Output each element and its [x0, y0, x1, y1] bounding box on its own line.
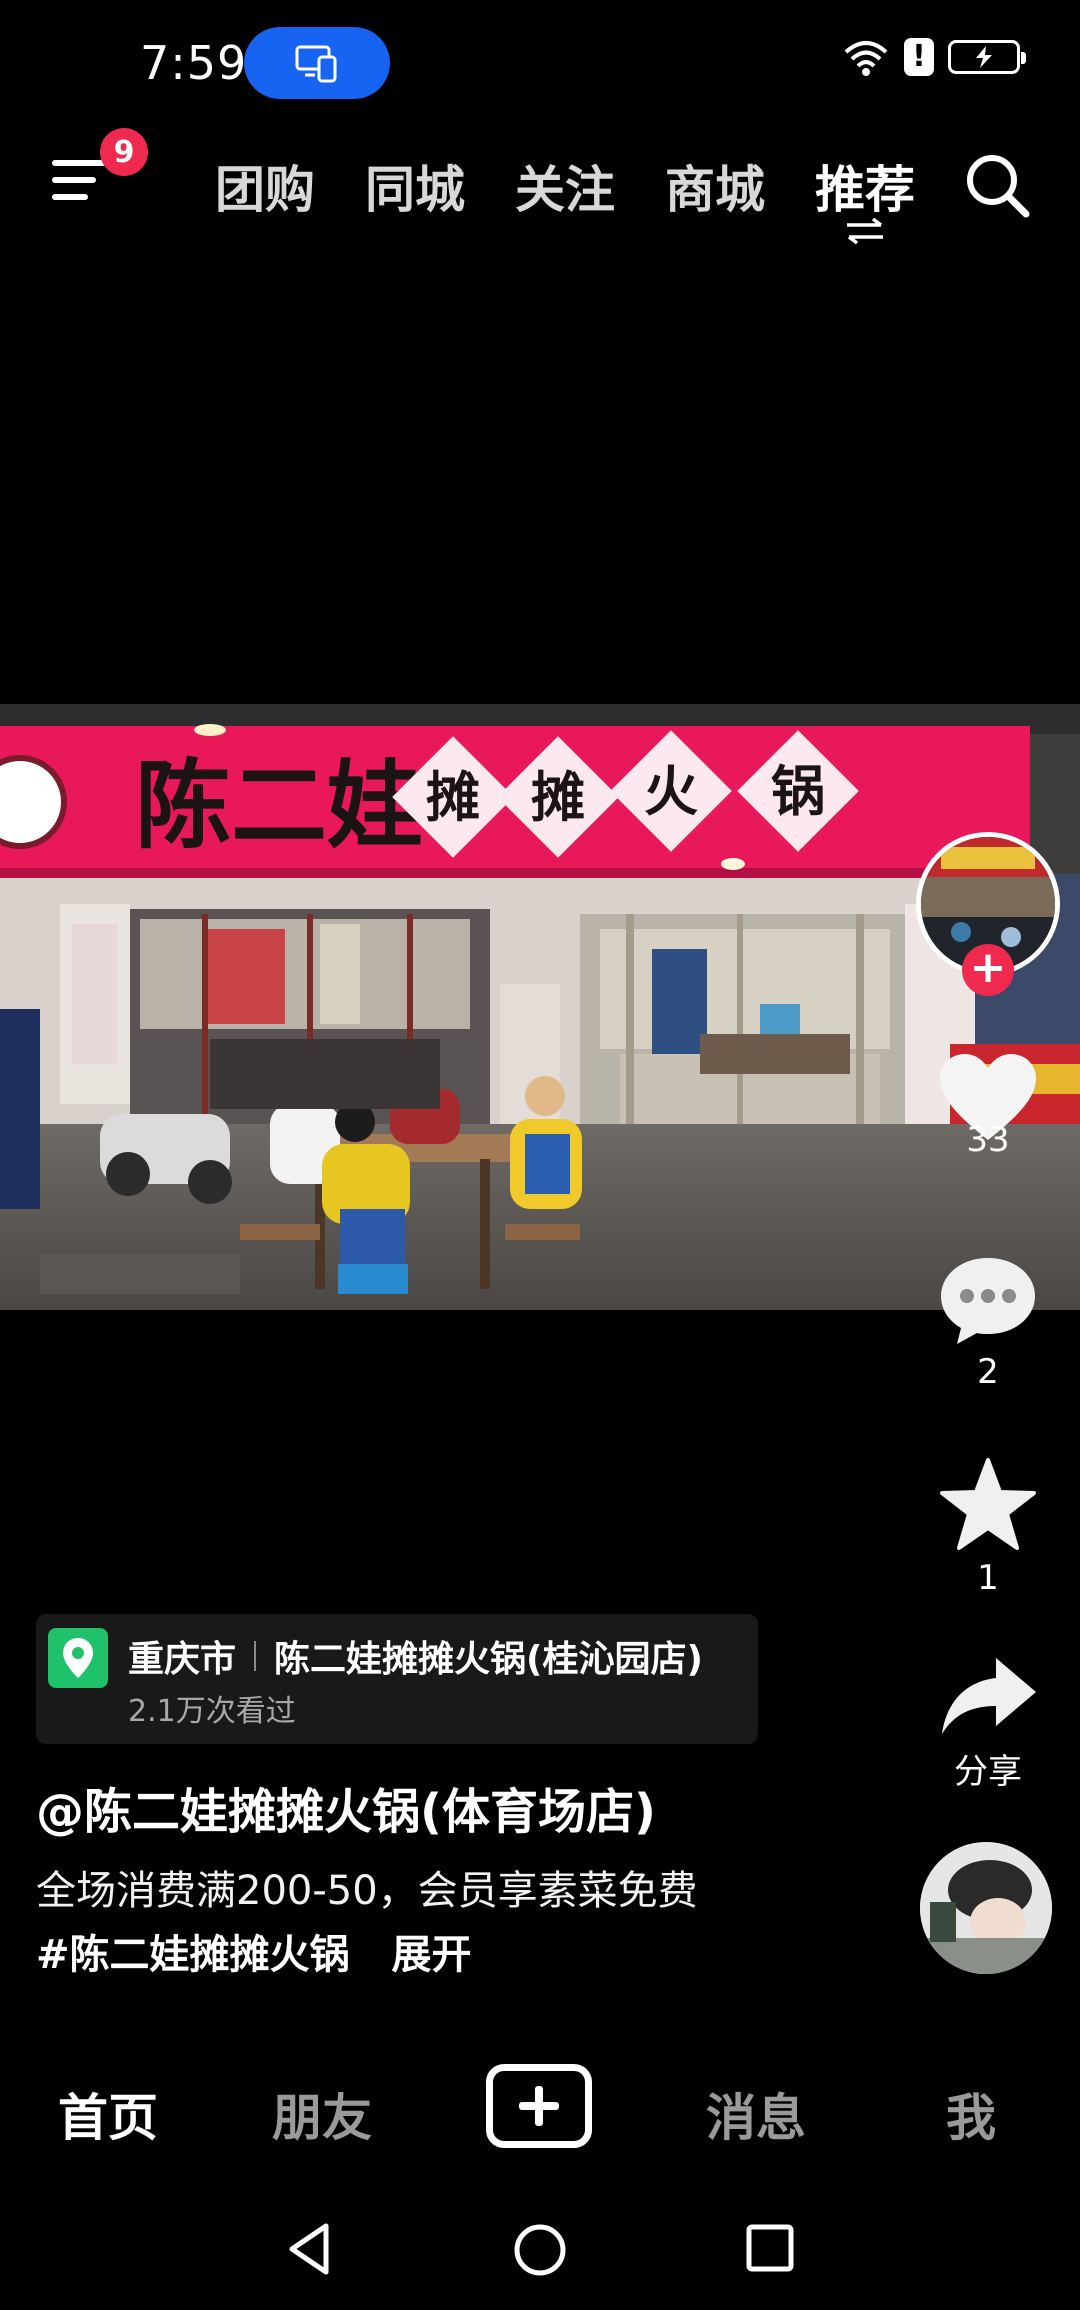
- system-recents-button[interactable]: [744, 2222, 796, 2278]
- tab-group-buy[interactable]: 团购: [190, 150, 340, 222]
- svg-text:锅: 锅: [771, 760, 825, 823]
- tab-local[interactable]: 同城: [340, 150, 490, 222]
- nav-friends[interactable]: 朋友: [272, 2078, 372, 2150]
- search-button[interactable]: [962, 150, 1032, 220]
- favorite-control[interactable]: 1: [918, 1456, 1058, 1598]
- comment-icon: [941, 1258, 1035, 1344]
- poi-divider: [254, 1641, 257, 1671]
- music-disc-image: [920, 1842, 1052, 1974]
- home-circle-icon: [514, 2224, 566, 2276]
- location-pin-icon: [48, 1628, 108, 1688]
- plus-icon: [519, 2086, 559, 2126]
- svg-text:摊: 摊: [531, 766, 585, 829]
- poi-views: 2.1万次看过: [128, 1694, 296, 1729]
- screen-cast-pill[interactable]: [244, 27, 390, 99]
- video-frame-storefront: 陈二娃 摊 摊 火 锅: [0, 704, 1080, 1310]
- create-button[interactable]: [486, 2064, 592, 2148]
- notification-badge: 9: [100, 128, 148, 176]
- tab-recommend[interactable]: 推荐: [790, 150, 940, 245]
- share-label: 分享: [954, 1752, 1022, 1792]
- recents-square-icon: [746, 2224, 794, 2272]
- video-player[interactable]: 陈二娃 摊 摊 火 锅: [0, 704, 1080, 1310]
- svg-text:摊: 摊: [426, 766, 480, 829]
- comment-control[interactable]: 2: [918, 1256, 1058, 1392]
- device-switch-icon: [295, 45, 337, 83]
- follow-button[interactable]: +: [962, 944, 1014, 996]
- poi-place: 陈二娃摊摊火锅(桂沁园店): [274, 1639, 703, 1680]
- share-control[interactable]: 分享: [918, 1654, 1058, 1793]
- nav-messages[interactable]: 消息: [706, 2078, 806, 2150]
- status-time: 7:59: [140, 36, 248, 90]
- comment-count: 2: [977, 1352, 999, 1392]
- battery-icon: [948, 40, 1026, 74]
- system-back-button[interactable]: [286, 2222, 332, 2280]
- poi-title: 重庆市 陈二娃摊摊火锅(桂沁园店): [128, 1630, 703, 1682]
- expand-button[interactable]: 展开: [391, 1932, 471, 1978]
- tab-mall[interactable]: 商城: [640, 150, 790, 222]
- search-icon: [967, 155, 1030, 218]
- music-disc[interactable]: [920, 1842, 1052, 1974]
- poi-city: 重庆市: [128, 1639, 237, 1680]
- nav-me[interactable]: 我: [946, 2078, 996, 2150]
- plus-icon: +: [969, 942, 1007, 993]
- star-icon: [940, 1458, 1036, 1550]
- tab-recommend-label: 推荐: [815, 161, 915, 219]
- share-icon: [942, 1658, 1036, 1734]
- post-tags-row: #陈二娃摊摊火锅 展开: [36, 1922, 471, 1980]
- alert-icon: !: [904, 38, 934, 76]
- svg-text:火: 火: [644, 760, 698, 823]
- wifi-icon: [844, 41, 888, 76]
- sign-name-text: 陈二娃: [135, 749, 423, 862]
- tab-following[interactable]: 关注: [490, 150, 640, 222]
- hashtag-link[interactable]: #陈二娃摊摊火锅: [36, 1932, 350, 1978]
- back-triangle-icon: [289, 2223, 329, 2275]
- poi-card[interactable]: 重庆市 陈二娃摊摊火锅(桂沁园店) 2.1万次看过: [36, 1614, 758, 1744]
- post-description: 全场消费满200-50，会员享素菜免费: [36, 1868, 698, 1914]
- like-control[interactable]: 33: [918, 1052, 1058, 1160]
- switch-arrows-icon: [847, 217, 883, 245]
- top-tabs: 团购 同城 关注 商城 推荐: [190, 150, 940, 245]
- status-icons: !: [842, 38, 1026, 76]
- system-home-button[interactable]: [512, 2222, 568, 2282]
- favorite-count: 1: [977, 1558, 999, 1598]
- author-name[interactable]: @陈二娃摊摊火锅(体育场店): [36, 1772, 656, 1842]
- nav-home[interactable]: 首页: [58, 2078, 158, 2150]
